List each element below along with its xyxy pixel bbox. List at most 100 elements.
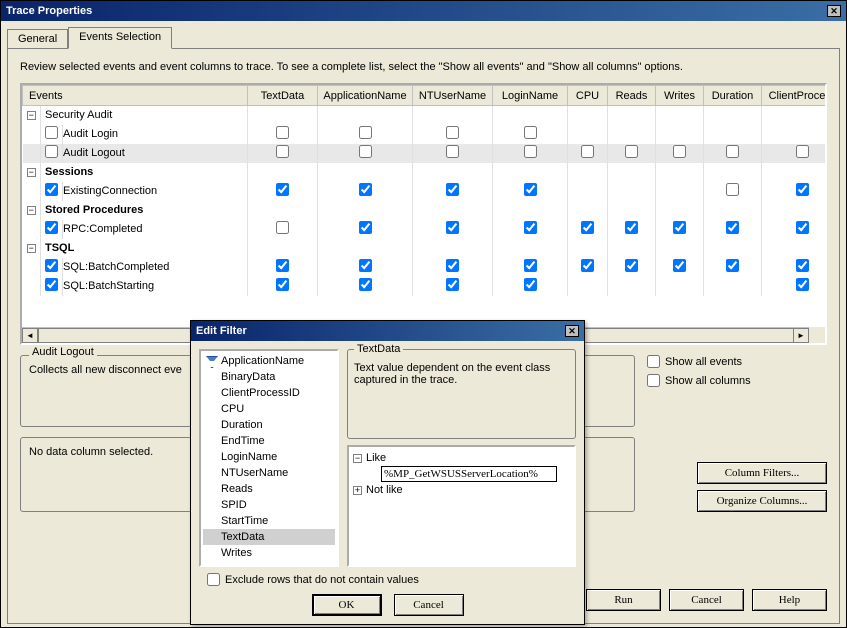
column-header[interactable]: TextData [248,86,318,106]
tab-events-selection[interactable]: Events Selection [68,27,172,49]
column-checkbox[interactable] [276,126,289,139]
filter-tree[interactable]: − Like + Not like [347,445,576,567]
column-header[interactable]: ClientProcess [762,86,828,106]
column-checkbox[interactable] [524,221,537,234]
column-checkbox[interactable] [446,278,459,291]
column-header[interactable]: Reads [608,86,656,106]
help-button[interactable]: Help [752,589,827,611]
column-checkbox[interactable] [446,183,459,196]
event-row[interactable]: Audit Logout [23,144,828,163]
ok-button[interactable]: OK [312,594,382,616]
column-checkbox[interactable] [524,259,537,272]
event-row-checkbox[interactable] [45,145,58,158]
column-header[interactable]: Events [23,86,248,106]
close-icon[interactable]: ✕ [827,5,841,17]
column-checkbox[interactable] [726,221,739,234]
event-row-checkbox[interactable] [45,278,58,291]
filter-column-item[interactable]: LoginName [203,449,335,465]
event-row-checkbox[interactable] [45,183,58,196]
column-header[interactable]: Writes [656,86,704,106]
column-checkbox[interactable] [276,221,289,234]
filter-column-item[interactable]: Duration [203,417,335,433]
column-checkbox[interactable] [446,126,459,139]
column-header[interactable]: ApplicationName [318,86,413,106]
event-row[interactable]: SQL:BatchCompleted [23,258,828,277]
column-checkbox[interactable] [581,145,594,158]
tree-expand-icon[interactable]: + [353,486,362,495]
column-header[interactable]: CPU [568,86,608,106]
main-titlebar[interactable]: Trace Properties ✕ [1,1,846,21]
collapse-icon[interactable]: − [27,111,36,120]
events-grid[interactable]: EventsTextDataApplicationNameNTUserNameL… [20,83,827,345]
scroll-left-arrow-icon[interactable]: ◄ [22,328,38,343]
filter-column-list[interactable]: ApplicationNameBinaryDataClientProcessID… [199,349,339,567]
dialog-titlebar[interactable]: Edit Filter ✕ [191,321,584,341]
column-checkbox[interactable] [446,221,459,234]
event-row-checkbox[interactable] [45,259,58,272]
run-button[interactable]: Run [586,589,661,611]
tab-general[interactable]: General [7,29,68,48]
organize-columns-button[interactable]: Organize Columns... [697,490,827,512]
filter-column-item[interactable]: EndTime [203,433,335,449]
column-checkbox[interactable] [276,183,289,196]
column-checkbox[interactable] [796,221,809,234]
column-checkbox[interactable] [446,259,459,272]
filter-column-item[interactable]: NTUserName [203,465,335,481]
collapse-icon[interactable]: − [27,206,36,215]
filter-column-item[interactable]: ClientProcessID [203,385,335,401]
column-checkbox[interactable] [359,126,372,139]
filter-column-item[interactable]: SPID [203,497,335,513]
column-checkbox[interactable] [276,145,289,158]
event-row[interactable]: RPC:Completed [23,220,828,239]
column-checkbox[interactable] [625,145,638,158]
column-checkbox[interactable] [726,183,739,196]
column-checkbox[interactable] [673,221,686,234]
column-checkbox[interactable] [673,145,686,158]
column-checkbox[interactable] [796,145,809,158]
collapse-icon[interactable]: − [27,168,36,177]
group-row[interactable]: −Sessions [23,163,828,182]
column-checkbox[interactable] [359,278,372,291]
column-checkbox[interactable] [673,259,686,272]
dialog-cancel-button[interactable]: Cancel [394,594,464,616]
group-row[interactable]: −TSQL [23,239,828,258]
show-all-columns-checkbox[interactable] [647,374,660,387]
column-checkbox[interactable] [796,183,809,196]
filter-column-item[interactable]: Writes [203,545,335,561]
dialog-close-icon[interactable]: ✕ [565,325,579,337]
group-row[interactable]: −Security Audit [23,106,828,125]
column-checkbox[interactable] [524,126,537,139]
column-header[interactable]: LoginName [493,86,568,106]
column-filters-button[interactable]: Column Filters... [697,462,827,484]
column-checkbox[interactable] [726,145,739,158]
event-row[interactable]: Audit Login [23,125,828,144]
exclude-rows-checkbox[interactable] [207,573,220,586]
column-checkbox[interactable] [796,278,809,291]
column-checkbox[interactable] [524,183,537,196]
column-checkbox[interactable] [446,145,459,158]
filter-column-item[interactable]: CPU [203,401,335,417]
like-value-input[interactable] [381,466,557,482]
event-row-checkbox[interactable] [45,126,58,139]
show-all-events-checkbox[interactable] [647,355,660,368]
event-row[interactable]: SQL:BatchStarting [23,277,828,296]
filter-column-item[interactable]: StartTime [203,513,335,529]
filter-column-item[interactable]: Reads [203,481,335,497]
column-checkbox[interactable] [359,145,372,158]
filter-column-item[interactable]: TextData [203,529,335,545]
column-checkbox[interactable] [276,278,289,291]
collapse-icon[interactable]: − [27,244,36,253]
cancel-button[interactable]: Cancel [669,589,744,611]
column-checkbox[interactable] [524,278,537,291]
event-row-checkbox[interactable] [45,221,58,234]
column-checkbox[interactable] [726,259,739,272]
filter-column-item[interactable]: BinaryData [203,369,335,385]
group-row[interactable]: −Stored Procedures [23,201,828,220]
column-checkbox[interactable] [625,221,638,234]
column-checkbox[interactable] [359,259,372,272]
event-row[interactable]: ExistingConnection [23,182,828,201]
column-checkbox[interactable] [796,259,809,272]
column-checkbox[interactable] [581,259,594,272]
column-checkbox[interactable] [625,259,638,272]
column-checkbox[interactable] [524,145,537,158]
